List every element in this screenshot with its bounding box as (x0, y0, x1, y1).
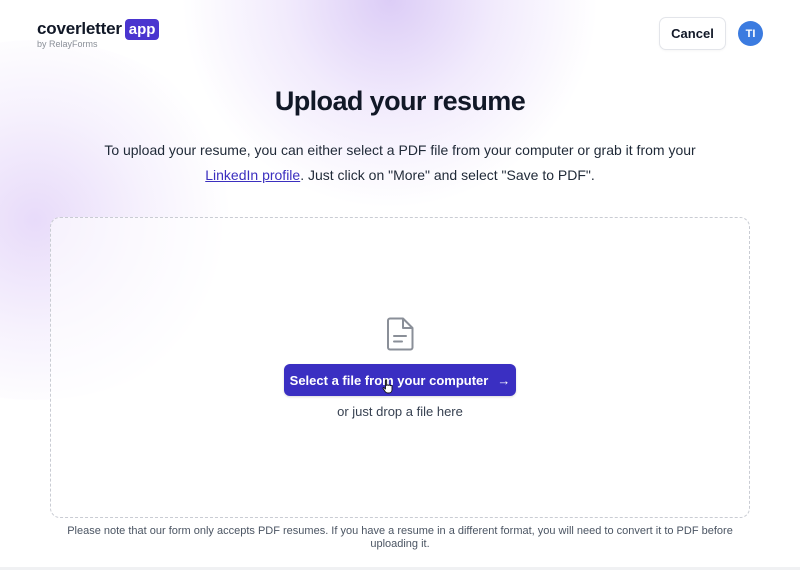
intro-text: To upload your resume, you can either se… (80, 138, 720, 188)
select-file-button[interactable]: Select a file from your computer → (284, 364, 516, 396)
cancel-button[interactable]: Cancel (659, 17, 726, 50)
document-icon (387, 317, 414, 351)
intro-text-start: To upload your resume, you can either se… (104, 142, 696, 158)
linkedin-profile-link[interactable]: LinkedIn profile (205, 167, 300, 183)
logo-wordmark: coverletter (37, 19, 122, 38)
intro-text-end: . Just click on "More" and select "Save … (300, 167, 595, 183)
avatar[interactable]: TI (738, 21, 763, 46)
logo[interactable]: coverletter app by RelayForms (37, 18, 160, 49)
logo-subtitle: by RelayForms (37, 39, 98, 49)
logo-main: coverletter app (37, 18, 160, 40)
drop-hint: or just drop a file here (337, 404, 463, 419)
arrow-right-icon: → (497, 372, 511, 388)
page-title: Upload your resume (274, 86, 526, 116)
hand-pointer-icon (382, 379, 393, 394)
pdf-only-note: Please note that our form only accepts P… (67, 525, 733, 550)
logo-badge: app (124, 18, 160, 40)
upload-page: coverletter app by RelayForms Cancel TI … (0, 0, 800, 570)
